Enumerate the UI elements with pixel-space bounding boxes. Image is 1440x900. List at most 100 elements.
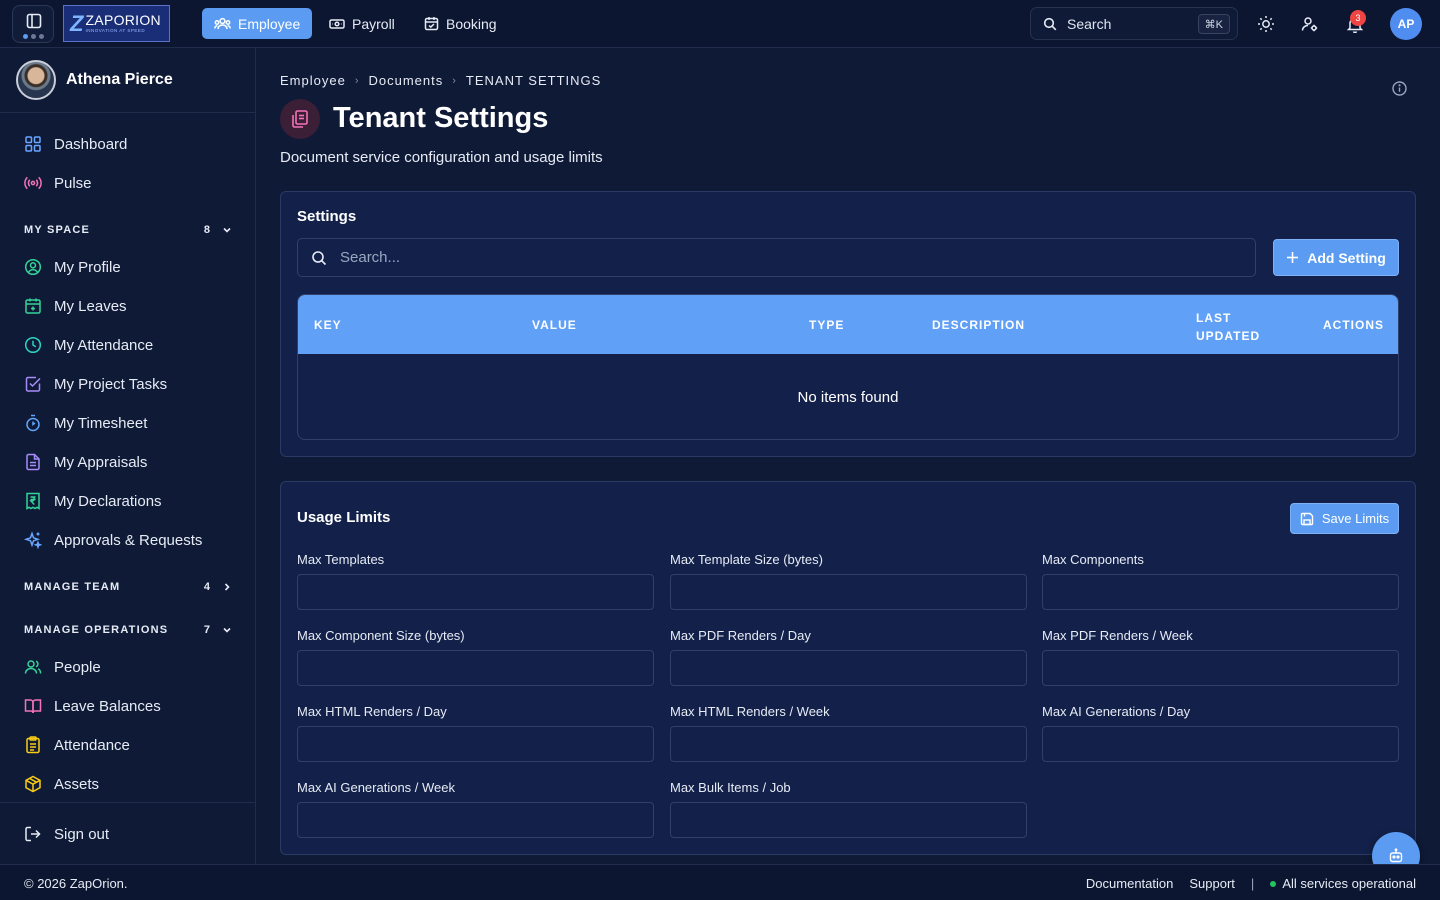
search-icon: [311, 250, 327, 266]
sidebar-item-my-declarations[interactable]: My Declarations: [24, 490, 162, 512]
log-out-icon: [24, 825, 42, 843]
field-label-max-html-renders-day: Max HTML Renders / Day: [297, 704, 447, 719]
calendar-check-icon: [424, 16, 439, 31]
global-search[interactable]: Search ⌘K: [1030, 7, 1238, 40]
field-label-max-ai-generations-day: Max AI Generations / Day: [1042, 704, 1191, 719]
settings-search[interactable]: [297, 238, 1256, 277]
plus-icon: [1286, 251, 1299, 264]
calendar-plus-icon: [24, 297, 42, 315]
tab-employee[interactable]: Employee: [202, 8, 312, 39]
chevron-down-icon: [222, 225, 232, 235]
column-header-value[interactable]: VALUE: [532, 318, 577, 332]
sidebar-item-approvals-requests[interactable]: Approvals & Requests: [24, 529, 202, 551]
sidebar-user[interactable]: Athena Pierce: [0, 48, 255, 113]
system-status[interactable]: All services operational: [1270, 876, 1416, 891]
section-count: 7: [203, 624, 210, 636]
settings-table: KEY VALUE TYPE DESCRIPTION LAST UPDATED …: [297, 294, 1399, 440]
footer-copyright: © 2026 ZapOrion.: [24, 876, 128, 891]
breadcrumb-current: TENANT SETTINGS: [465, 73, 602, 88]
section-my-space[interactable]: MY SPACE 8: [24, 224, 232, 236]
footer-links: Documentation Support | All services ope…: [1086, 876, 1416, 891]
sidebar-item-label: Assets: [54, 775, 100, 793]
section-manage-team[interactable]: MANAGE TEAM 4: [24, 581, 232, 593]
user-settings-button[interactable]: [1300, 14, 1320, 34]
breadcrumb-item[interactable]: Employee: [280, 73, 346, 88]
tab-booking-label: Booking: [446, 15, 497, 32]
sidebar-item-dashboard[interactable]: Dashboard: [24, 133, 127, 155]
sidebar-item-assets[interactable]: Assets: [24, 773, 99, 795]
add-setting-button[interactable]: Add Setting: [1273, 239, 1399, 276]
banknote-icon: [329, 17, 345, 31]
theme-toggle-button[interactable]: [1256, 14, 1276, 34]
sidebar-item-my-attendance[interactable]: My Attendance: [24, 334, 153, 356]
max-bulk-items-job-field[interactable]: [670, 802, 1027, 838]
tab-booking[interactable]: Booking: [412, 8, 509, 39]
sidebar-item-label: Leave Balances: [54, 697, 161, 715]
section-heading: MANAGE OPERATIONS: [24, 624, 169, 636]
max-ai-generations-day-field[interactable]: [1042, 726, 1399, 762]
users-icon: [214, 17, 231, 31]
sidebar-item-label: My Leaves: [54, 297, 127, 315]
max-html-renders-week-field[interactable]: [670, 726, 1027, 762]
column-header-last-updated[interactable]: LAST UPDATED: [1196, 309, 1276, 345]
footer: © 2026 ZapOrion. Documentation Support |…: [0, 864, 1440, 900]
column-header-key[interactable]: KEY: [314, 318, 342, 332]
section-heading: MY SPACE: [24, 224, 91, 236]
user-avatar-button[interactable]: AP: [1390, 8, 1422, 40]
user-circle-icon: [24, 258, 42, 276]
max-html-renders-day-field[interactable]: [297, 726, 654, 762]
settings-card: Settings Add Setting KEY VALUE TYPE DESC…: [280, 191, 1416, 457]
global-search-label: Search: [1067, 15, 1112, 32]
sidebar-item-label: Approvals & Requests: [54, 531, 203, 549]
max-ai-generations-week-field[interactable]: [297, 802, 654, 838]
people-icon: [24, 658, 42, 676]
file-text-icon: [24, 453, 42, 471]
sidebar-item-my-project-tasks[interactable]: My Project Tasks: [24, 373, 167, 395]
settings-search-input[interactable]: [340, 249, 1220, 266]
sidebar-item-label: My Attendance: [54, 336, 154, 354]
sign-out-button[interactable]: Sign out: [24, 823, 109, 845]
breadcrumb-item[interactable]: Documents: [368, 73, 443, 88]
save-limits-button[interactable]: Save Limits: [1290, 503, 1399, 534]
max-templates-field[interactable]: [297, 574, 654, 610]
max-pdf-renders-week-field[interactable]: [1042, 650, 1399, 686]
sidebar-item-my-timesheet[interactable]: My Timesheet: [24, 412, 147, 434]
column-header-type[interactable]: TYPE: [809, 318, 844, 332]
chevron-right-icon: ›: [452, 74, 457, 87]
page-subtitle: Document service configuration and usage…: [280, 149, 603, 166]
sidebar-item-attendance[interactable]: Attendance: [24, 734, 130, 756]
save-limits-label: Save Limits: [1321, 511, 1390, 526]
sidebar-item-my-appraisals[interactable]: My Appraisals: [24, 451, 147, 473]
section-manage-operations[interactable]: MANAGE OPERATIONS 7: [24, 624, 232, 636]
sidebar-item-my-profile[interactable]: My Profile: [24, 256, 121, 278]
footer-link-documentation[interactable]: Documentation: [1086, 876, 1173, 891]
tab-payroll[interactable]: Payroll: [317, 8, 407, 39]
sidebar-item-label: My Profile: [54, 258, 121, 276]
info-icon[interactable]: [1391, 80, 1408, 97]
sidebar-item-label: Dashboard: [54, 135, 128, 153]
max-component-size-field[interactable]: [297, 650, 654, 686]
broadcast-icon: [24, 174, 42, 192]
logo-text: ZAPORION: [85, 12, 161, 29]
sidebar-item-leave-balances[interactable]: Leave Balances: [24, 695, 161, 717]
sidebar-item-label: My Appraisals: [54, 453, 148, 471]
sidebar-toggle-button[interactable]: [12, 5, 54, 43]
column-header-description[interactable]: DESCRIPTION: [932, 318, 1025, 332]
footer-link-support[interactable]: Support: [1189, 876, 1235, 891]
field-label-max-pdf-renders-week: Max PDF Renders / Week: [1042, 628, 1193, 643]
settings-title: Settings: [297, 208, 357, 225]
sidebar-item-people[interactable]: People: [24, 656, 101, 678]
sidebar-item-label: Pulse: [54, 174, 92, 192]
page-title: Tenant Settings: [333, 102, 549, 134]
max-pdf-renders-day-field[interactable]: [670, 650, 1027, 686]
sidebar-item-my-leaves[interactable]: My Leaves: [24, 295, 127, 317]
usage-limits-card: Usage Limits Save Limits Max Templates M…: [280, 481, 1416, 855]
sidebar: Athena Pierce Dashboard Pulse MY SPACE 8…: [0, 48, 256, 864]
logo[interactable]: Z ZAPORION INNOVATION AT SPEED: [63, 5, 170, 42]
status-dot-icon: [1270, 880, 1277, 887]
notification-count-badge: 3: [1350, 10, 1366, 26]
panel-left-icon: [26, 13, 42, 29]
max-components-field[interactable]: [1042, 574, 1399, 610]
max-template-size-field[interactable]: [670, 574, 1027, 610]
sidebar-item-pulse[interactable]: Pulse: [24, 172, 92, 194]
